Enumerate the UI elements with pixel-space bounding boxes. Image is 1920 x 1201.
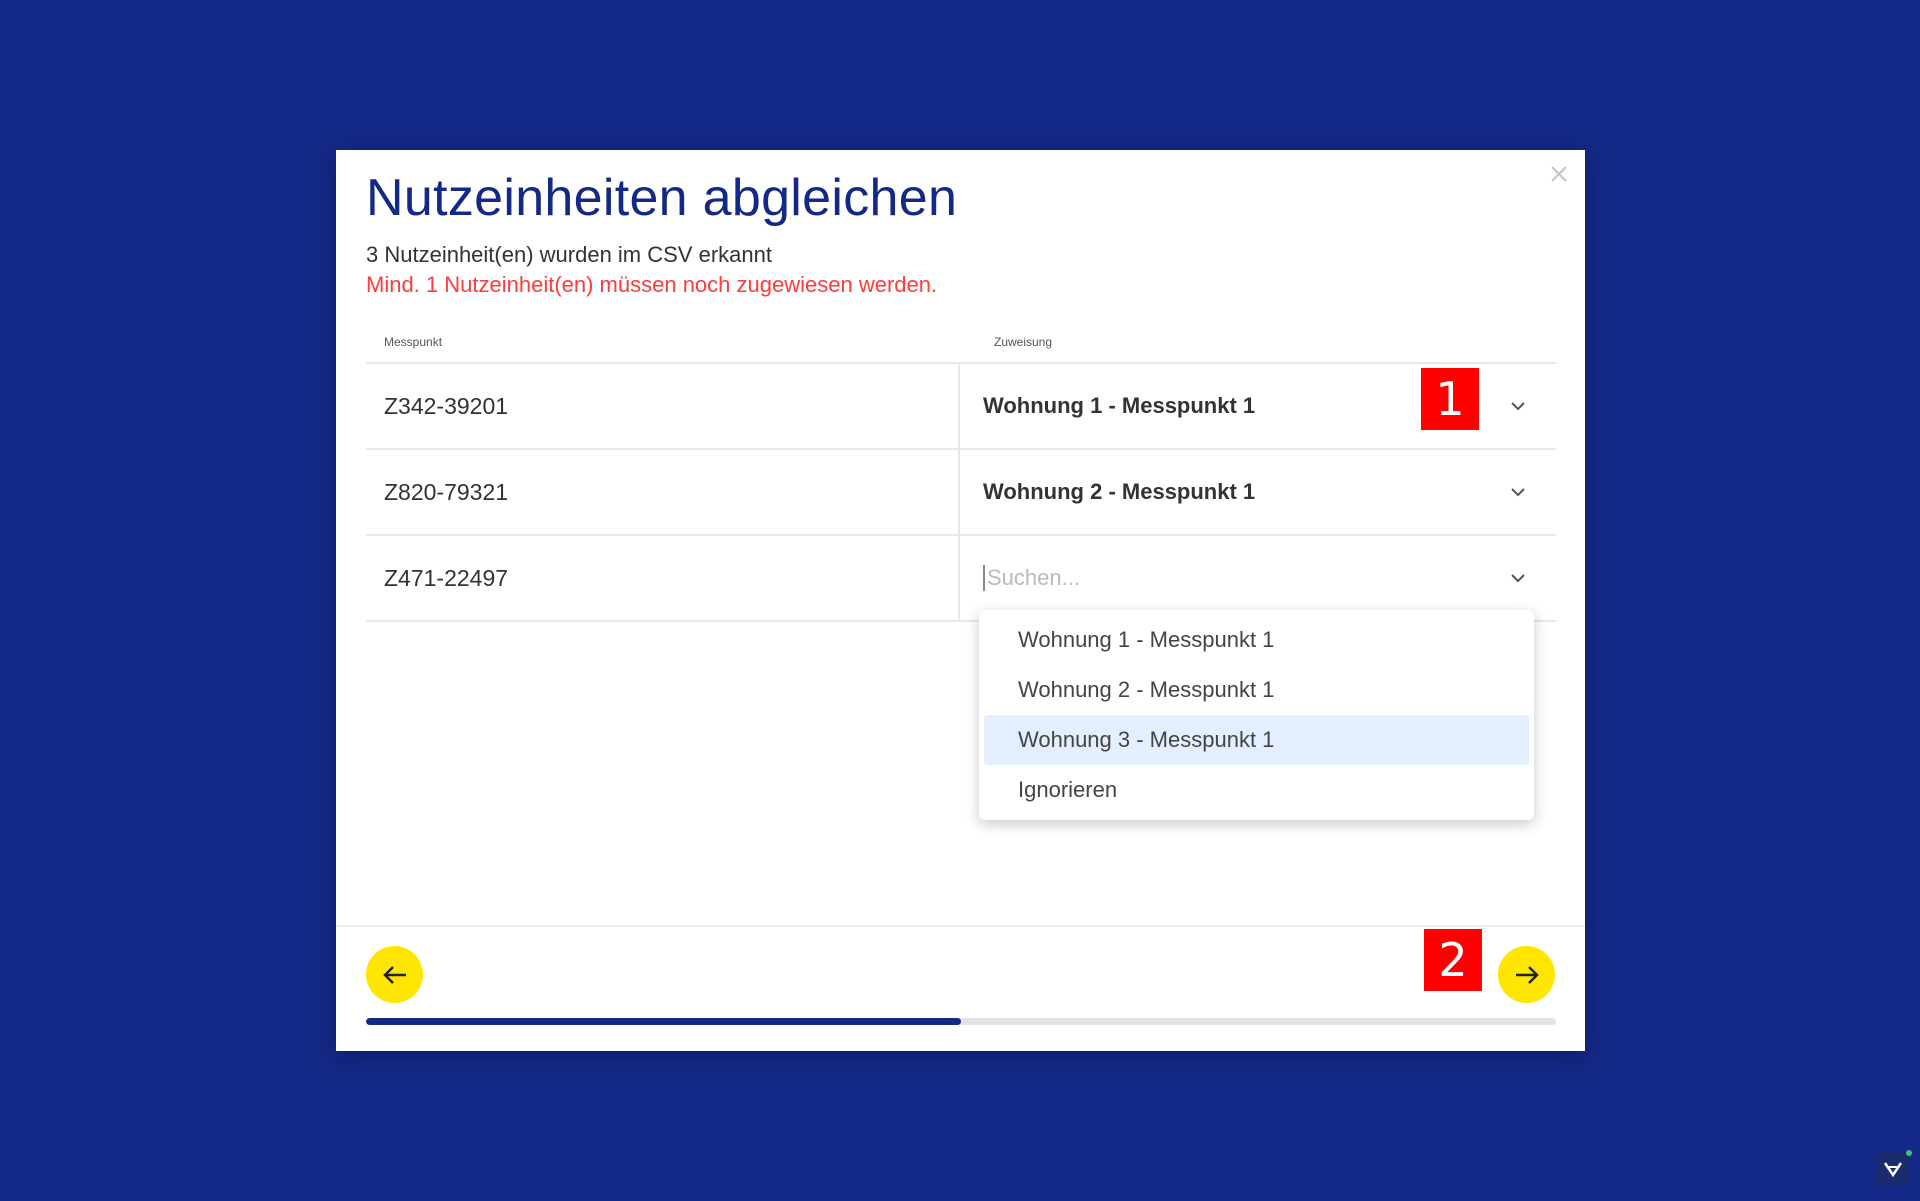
dropdown-option[interactable]: Wohnung 1 - Messpunkt 1 xyxy=(984,615,1529,665)
dropdown-option-ignore[interactable]: Ignorieren xyxy=(984,765,1529,815)
assignment-search-input[interactable] xyxy=(983,565,1487,591)
online-status-dot xyxy=(1906,1150,1912,1156)
close-icon xyxy=(1551,166,1567,182)
back-button[interactable] xyxy=(366,946,423,1003)
annotation-marker-1: 1 xyxy=(1421,368,1479,430)
assignment-select-open[interactable] xyxy=(960,536,1556,620)
assignment-table: Messpunkt Zuweisung Z342-39201 Wohnung 1… xyxy=(366,322,1556,622)
annotation-marker-2: 2 xyxy=(1424,929,1482,991)
assignment-value: Wohnung 1 - Messpunkt 1 xyxy=(983,393,1256,418)
logo-mark-icon xyxy=(1883,1162,1903,1178)
messpunkt-cell: Z342-39201 xyxy=(366,364,960,448)
progress-bar xyxy=(366,1018,1556,1025)
column-header-zuweisung: Zuweisung xyxy=(994,335,1053,349)
detected-units-text: 3 Nutzeinheit(en) wurden im CSV erkannt xyxy=(366,242,772,267)
chevron-down-icon[interactable] xyxy=(1508,396,1528,416)
chevron-down-icon[interactable] xyxy=(1508,568,1528,588)
assignment-select[interactable]: Wohnung 2 - Messpunkt 1 xyxy=(960,450,1556,534)
app-logo-icon[interactable] xyxy=(1876,1152,1910,1186)
table-row: Z820-79321 Wohnung 2 - Messpunkt 1 xyxy=(366,450,1556,536)
assignment-value: Wohnung 2 - Messpunkt 1 xyxy=(983,479,1256,504)
arrow-left-icon xyxy=(382,965,406,984)
progress-fill xyxy=(366,1018,961,1025)
dropdown-option-highlighted[interactable]: Wohnung 3 - Messpunkt 1 xyxy=(984,715,1529,765)
messpunkt-cell: Z820-79321 xyxy=(366,450,960,534)
dropdown-option[interactable]: Wohnung 2 - Messpunkt 1 xyxy=(984,665,1529,715)
arrow-right-icon xyxy=(1515,965,1539,984)
next-button[interactable] xyxy=(1498,946,1555,1003)
chevron-down-icon[interactable] xyxy=(1508,482,1528,502)
footer-divider xyxy=(336,925,1585,927)
match-units-dialog: Nutzeinheiten abgleichen 3 Nutzeinheit(e… xyxy=(336,150,1585,1051)
assignment-dropdown-menu: Wohnung 1 - Messpunkt 1 Wohnung 2 - Mess… xyxy=(979,610,1534,820)
column-header-messpunkt: Messpunkt xyxy=(384,335,443,349)
unassigned-warning: Mind. 1 Nutzeinheit(en) müssen noch zuge… xyxy=(366,272,938,297)
table-header: Messpunkt Zuweisung xyxy=(366,322,1556,364)
close-button[interactable] xyxy=(1545,160,1573,188)
messpunkt-cell: Z471-22497 xyxy=(366,536,960,620)
dialog-title: Nutzeinheiten abgleichen xyxy=(366,169,958,227)
table-row: Z342-39201 Wohnung 1 - Messpunkt 1 xyxy=(366,364,1556,450)
